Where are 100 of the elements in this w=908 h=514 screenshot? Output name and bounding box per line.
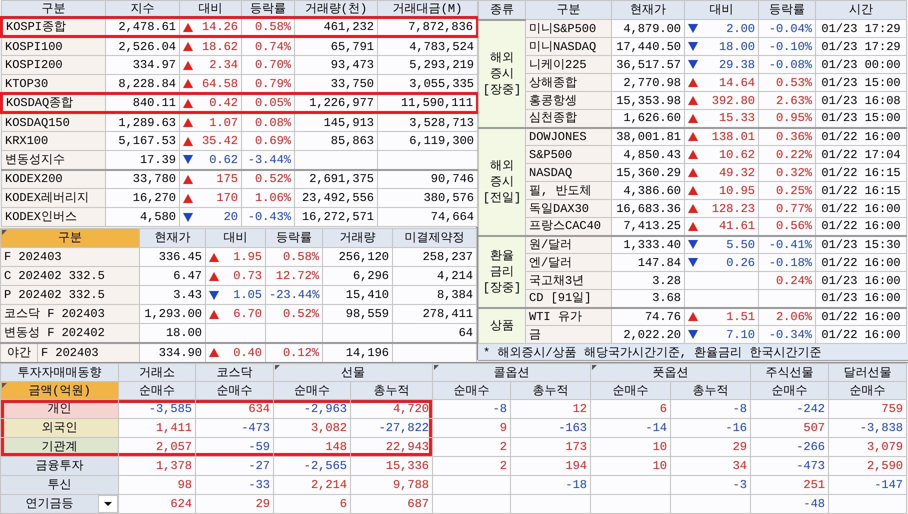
column-header: 등락률 — [242, 0, 294, 18]
table-cell: KOSDAQ종합 — [2, 94, 106, 112]
table-cell: 278,411 — [392, 304, 476, 324]
table-cell: 33,780 — [106, 170, 180, 188]
table-cell: -0.34% — [758, 326, 816, 344]
table-cell: 01/23 15:00 — [816, 110, 906, 128]
change-value: 20 — [224, 210, 238, 224]
table-cell: 12 — [510, 400, 590, 418]
column-header: 순매수 — [750, 382, 828, 400]
table-cell: -18 — [510, 476, 590, 494]
change-value: 1.05 — [233, 288, 262, 302]
table-cell: KOSPI종합 — [2, 18, 106, 36]
table-cell: 0.69% — [242, 132, 294, 150]
column-header: 선물 — [274, 364, 432, 382]
column-header: 구분 — [2, 0, 106, 18]
table-cell: 9 — [432, 418, 510, 438]
change-value: 10.62 — [718, 148, 755, 162]
table-cell: 0.53% — [758, 74, 816, 92]
table-cell: 194 — [510, 456, 590, 476]
table-cell: 14,196 — [322, 342, 392, 362]
column-header: 투자자매매동향 — [0, 364, 118, 382]
table-cell: 원/달러 — [526, 236, 612, 254]
table-cell: 2 — [432, 456, 510, 476]
column-header: 등락률 — [758, 0, 816, 20]
table-cell: 16,270 — [106, 188, 180, 208]
table-cell: 01/22 16:15 — [816, 164, 906, 182]
table-cell: -33 — [196, 476, 274, 494]
table-cell: -0.04% — [758, 20, 816, 38]
table-cell: 4,580 — [106, 208, 180, 226]
column-header: 현재가 — [140, 228, 206, 248]
table-cell: 01/23 17:29 — [816, 38, 906, 56]
change-value: 392.80 — [712, 94, 755, 108]
column-header: 대비 — [180, 0, 242, 18]
table-cell: 507 — [750, 418, 828, 438]
column-header: 코스닥 — [196, 364, 274, 382]
dropdown-button[interactable] — [98, 495, 118, 513]
column-header: 순매수 — [274, 382, 350, 400]
table-cell: 2.06% — [758, 308, 816, 326]
table-cell: 624 — [118, 494, 196, 514]
table-cell: -163 — [510, 418, 590, 438]
table-cell: -0.08% — [758, 56, 816, 74]
table-cell: 6.47 — [140, 266, 206, 286]
table-cell: 0.24% — [758, 272, 816, 290]
table-cell: 01/22 16:00 — [816, 128, 906, 146]
table-cell: 9,788 — [350, 476, 432, 494]
column-header: 구분 — [0, 228, 140, 248]
column-header: 총누적 — [670, 382, 750, 400]
corner-mark-icon — [2, 230, 7, 235]
table-cell: 15,336 — [350, 456, 432, 476]
table-cell: 334.97 — [106, 56, 180, 74]
change-value: 1.51 — [726, 310, 755, 324]
table-cell: 334.90 — [140, 342, 206, 362]
table-cell: 90,746 — [378, 170, 478, 188]
table-cell: KODEX인버스 — [2, 208, 106, 226]
row-header: 개인 — [1, 400, 118, 418]
row-header: 연기금등 — [1, 495, 98, 513]
table-cell: 634 — [196, 400, 274, 418]
table-cell: 미니NASDAQ — [526, 38, 612, 56]
change-value: 15.33 — [718, 111, 755, 126]
table-cell: P 202402 332.5 — [0, 286, 140, 304]
table-cell: 2,478.61 — [106, 18, 180, 36]
table-cell: 16,683.36 — [612, 200, 684, 218]
table-cell: 4,720 — [350, 400, 432, 418]
change-value: 128.23 — [712, 202, 755, 216]
row-group-label: 상품 — [478, 308, 526, 344]
table-cell: -0.10% — [758, 38, 816, 56]
table-cell: 7,413.25 — [612, 218, 684, 236]
table-cell: 필, 반도체 — [526, 182, 612, 200]
table-cell: 173 — [510, 438, 590, 456]
table-cell: 36,517.57 — [612, 56, 684, 74]
table-cell: 4,850.43 — [612, 146, 684, 164]
table-cell: 1,226,977 — [294, 94, 378, 112]
column-header: 순매수 — [196, 382, 274, 400]
table-cell: 256,120 — [322, 248, 392, 266]
table-cell: 0.52% — [242, 170, 294, 188]
corner-mark-icon — [434, 365, 439, 370]
change-value: 10.95 — [718, 184, 755, 198]
column-header: 현재가 — [612, 0, 684, 20]
table-cell: 변동성지수 — [2, 150, 106, 170]
table-cell: 0.95% — [758, 110, 816, 128]
change-value: 170 — [216, 191, 238, 205]
table-cell: KOSPI200 — [2, 56, 106, 74]
table-cell: 0.12% — [266, 342, 322, 362]
table-cell: 687 — [350, 494, 432, 514]
table-cell: 147.84 — [612, 254, 684, 272]
table-cell: -48 — [750, 494, 828, 514]
table-cell: 금 — [526, 326, 612, 344]
table-cell: -3 — [670, 476, 750, 494]
table-cell: 프랑스CAC40 — [526, 218, 612, 236]
table-cell: 6,296 — [322, 266, 392, 286]
table-cell: 0.52% — [266, 304, 322, 324]
table-cell: 1,293.00 — [140, 304, 206, 324]
table-cell: 0.22% — [758, 146, 816, 164]
change-value: 0.62 — [209, 152, 238, 167]
change-value: 14.26 — [202, 20, 238, 34]
table-cell: 0.05% — [242, 94, 294, 112]
table-cell: 1.06% — [242, 188, 294, 208]
table-cell: 01/22 16:00 — [816, 326, 906, 344]
table-cell: 12.72% — [266, 266, 322, 286]
table-cell: -27 — [196, 456, 274, 476]
